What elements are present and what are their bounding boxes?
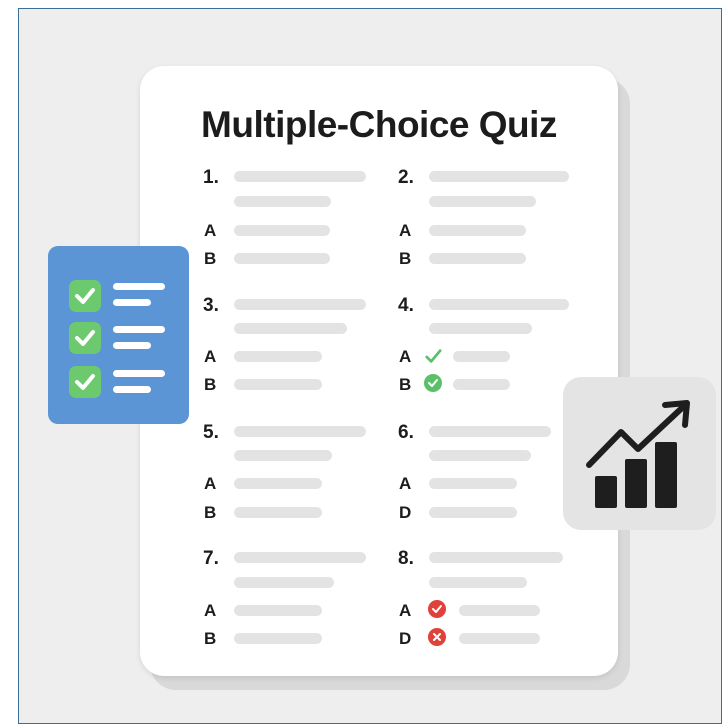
question-1-text-line bbox=[234, 171, 366, 182]
question-8-text-line bbox=[429, 577, 527, 588]
question-3-option-b-line bbox=[234, 379, 322, 390]
checklist-line bbox=[113, 342, 151, 349]
question-5-text-line bbox=[234, 450, 332, 461]
checkbox-checked-icon bbox=[69, 280, 101, 312]
checkbox-checked-icon bbox=[69, 366, 101, 398]
question-7-option-b-line bbox=[234, 633, 322, 644]
question-4-option-a-label[interactable]: A bbox=[399, 347, 411, 367]
question-4-text-line bbox=[429, 299, 569, 310]
question-7-text-line bbox=[234, 552, 366, 563]
question-2-option-a-line bbox=[429, 225, 526, 236]
question-1-option-a-label[interactable]: A bbox=[204, 221, 216, 241]
question-6-text-line bbox=[429, 426, 551, 437]
checklist-line bbox=[113, 299, 151, 306]
question-2-text-line bbox=[429, 196, 536, 207]
question-2-option-b-line bbox=[429, 253, 526, 264]
question-4-option-a-line bbox=[453, 351, 510, 362]
question-2-option-a-label[interactable]: A bbox=[399, 221, 411, 241]
question-2-option-b-label[interactable]: B bbox=[399, 249, 411, 269]
question-5-option-a-line bbox=[234, 478, 322, 489]
checklist-line bbox=[113, 326, 165, 333]
cross-circle-red-icon bbox=[428, 628, 446, 646]
checklist-line bbox=[113, 370, 165, 377]
question-4-option-b-label[interactable]: B bbox=[399, 375, 411, 395]
question-6-option-d-line bbox=[429, 507, 517, 518]
question-5-option-a-label[interactable]: A bbox=[204, 474, 216, 494]
check-circle-red-icon bbox=[428, 600, 446, 618]
question-6-option-d-label[interactable]: D bbox=[399, 503, 411, 523]
question-5-option-b-label[interactable]: B bbox=[204, 503, 216, 523]
question-1-text-line bbox=[234, 196, 331, 207]
question-8-option-d-label[interactable]: D bbox=[399, 629, 411, 649]
question-3-option-b-label[interactable]: B bbox=[204, 375, 216, 395]
question-7-number: 7. bbox=[203, 548, 219, 569]
question-2-number: 2. bbox=[398, 167, 414, 188]
question-8-option-a-label[interactable]: A bbox=[399, 601, 411, 621]
question-2-text-line bbox=[429, 171, 569, 182]
question-8-number: 8. bbox=[398, 548, 414, 569]
question-7-option-a-line bbox=[234, 605, 322, 616]
question-7-option-a-label[interactable]: A bbox=[204, 601, 216, 621]
question-5-number: 5. bbox=[203, 422, 219, 443]
question-1-option-b-label[interactable]: B bbox=[204, 249, 216, 269]
question-5-text-line bbox=[234, 426, 366, 437]
check-icon bbox=[424, 347, 442, 365]
check-circle-icon bbox=[424, 374, 442, 392]
question-8-text-line bbox=[429, 552, 563, 563]
question-6-text-line bbox=[429, 450, 531, 461]
question-3-text-line bbox=[234, 323, 347, 334]
question-1-option-b-line bbox=[234, 253, 330, 264]
question-5-option-b-line bbox=[234, 507, 322, 518]
question-7-option-b-label[interactable]: B bbox=[204, 629, 216, 649]
quiz-title: Multiple-Choice Quiz bbox=[201, 104, 557, 145]
quiz-card bbox=[140, 66, 618, 676]
checklist-line bbox=[113, 283, 165, 290]
question-4-text-line bbox=[429, 323, 532, 334]
question-3-option-a-label[interactable]: A bbox=[204, 347, 216, 367]
checklist-line bbox=[113, 386, 151, 393]
question-3-option-a-line bbox=[234, 351, 322, 362]
question-6-option-a-line bbox=[429, 478, 517, 489]
checkbox-checked-icon bbox=[69, 322, 101, 354]
question-6-number: 6. bbox=[398, 422, 414, 443]
question-8-option-d-line bbox=[459, 633, 540, 644]
question-1-option-a-line bbox=[234, 225, 330, 236]
question-1-number: 1. bbox=[203, 167, 219, 188]
question-4-option-b-line bbox=[453, 379, 510, 390]
question-6-option-a-label[interactable]: A bbox=[399, 474, 411, 494]
checklist-icon bbox=[48, 246, 189, 424]
question-4-number: 4. bbox=[398, 295, 414, 316]
question-3-number: 3. bbox=[203, 295, 219, 316]
question-8-option-a-line bbox=[459, 605, 540, 616]
question-3-text-line bbox=[234, 299, 366, 310]
growth-chart-icon bbox=[563, 377, 716, 530]
question-7-text-line bbox=[234, 577, 334, 588]
